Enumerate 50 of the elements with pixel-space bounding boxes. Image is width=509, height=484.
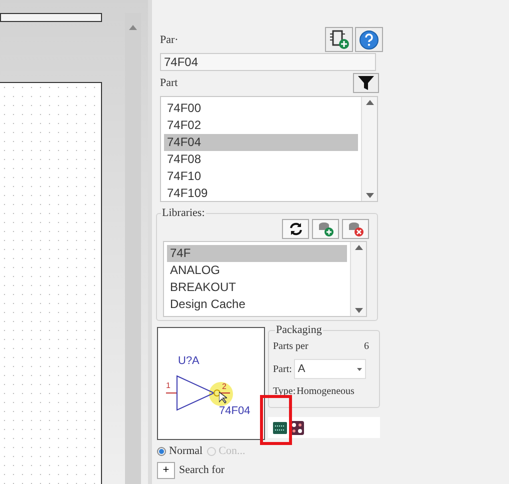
parts-per-label: Parts per bbox=[273, 340, 308, 354]
refresh-button[interactable] bbox=[282, 219, 309, 239]
part-field-label: Par· bbox=[160, 32, 178, 48]
part-input-field[interactable]: 74F04 bbox=[160, 53, 376, 71]
library-remove-icon bbox=[346, 221, 364, 237]
part-select[interactable]: A bbox=[294, 359, 366, 379]
dropdown-icon bbox=[356, 368, 362, 370]
help-icon bbox=[359, 30, 379, 50]
list-item[interactable]: 74F109 bbox=[164, 185, 358, 201]
list-box[interactable]: 74F00 74F02 74F04 74F08 74F10 74F109 bbox=[160, 96, 378, 202]
help-button[interactable] bbox=[355, 27, 383, 52]
list-item[interactable]: BREAKOUT bbox=[167, 279, 347, 296]
list-box[interactable]: 74F ANALOG BREAKOUT Design Cache bbox=[163, 241, 367, 317]
scroll-down-icon[interactable] bbox=[354, 308, 362, 313]
search-label: Search for bbox=[179, 462, 225, 478]
expand-button[interactable]: + bbox=[157, 462, 175, 478]
chip-add-icon bbox=[328, 30, 350, 50]
cursor-icon bbox=[219, 392, 227, 404]
remove-library-button[interactable] bbox=[342, 219, 369, 239]
part-select-label: Part: bbox=[273, 362, 292, 376]
refresh-icon bbox=[288, 222, 304, 236]
list-item[interactable]: 74F bbox=[167, 245, 347, 262]
packaging-title: Packaging bbox=[275, 324, 323, 337]
filter-button[interactable] bbox=[353, 73, 379, 93]
list-item[interactable]: 74F10 bbox=[164, 168, 358, 185]
part-value-label: 74F04 bbox=[219, 404, 250, 419]
scroll-down-icon[interactable] bbox=[366, 193, 374, 198]
pcb-footprint-icon[interactable] bbox=[273, 422, 287, 434]
add-library-button[interactable] bbox=[312, 219, 339, 239]
reference-label: U?A bbox=[178, 354, 200, 369]
filter-icon bbox=[357, 75, 375, 91]
pin-number: 2 bbox=[222, 381, 226, 393]
add-part-button[interactable] bbox=[325, 27, 353, 52]
type-value: Homogeneous bbox=[296, 385, 354, 399]
list-item[interactable]: ANALOG bbox=[167, 262, 347, 279]
list-item[interactable]: 74F02 bbox=[164, 117, 358, 134]
list-item[interactable]: 74F08 bbox=[164, 151, 358, 168]
library-add-icon bbox=[316, 221, 334, 237]
list-item[interactable]: Design Cache bbox=[167, 296, 347, 313]
list-item[interactable]: 74F04 bbox=[164, 134, 358, 151]
part-list-label: Part bbox=[160, 76, 178, 90]
scrollbar[interactable] bbox=[361, 97, 377, 201]
pin-number: 1 bbox=[166, 380, 170, 392]
parts-per-value: 6 bbox=[364, 340, 369, 354]
list-item[interactable]: 74F00 bbox=[164, 100, 358, 117]
view-radio[interactable]: Normal bbox=[157, 443, 203, 460]
highlight-rectangle bbox=[260, 395, 292, 445]
scroll-up-icon[interactable] bbox=[366, 100, 374, 105]
scrollbar[interactable] bbox=[350, 242, 366, 316]
scroll-up-icon[interactable] bbox=[354, 245, 362, 250]
